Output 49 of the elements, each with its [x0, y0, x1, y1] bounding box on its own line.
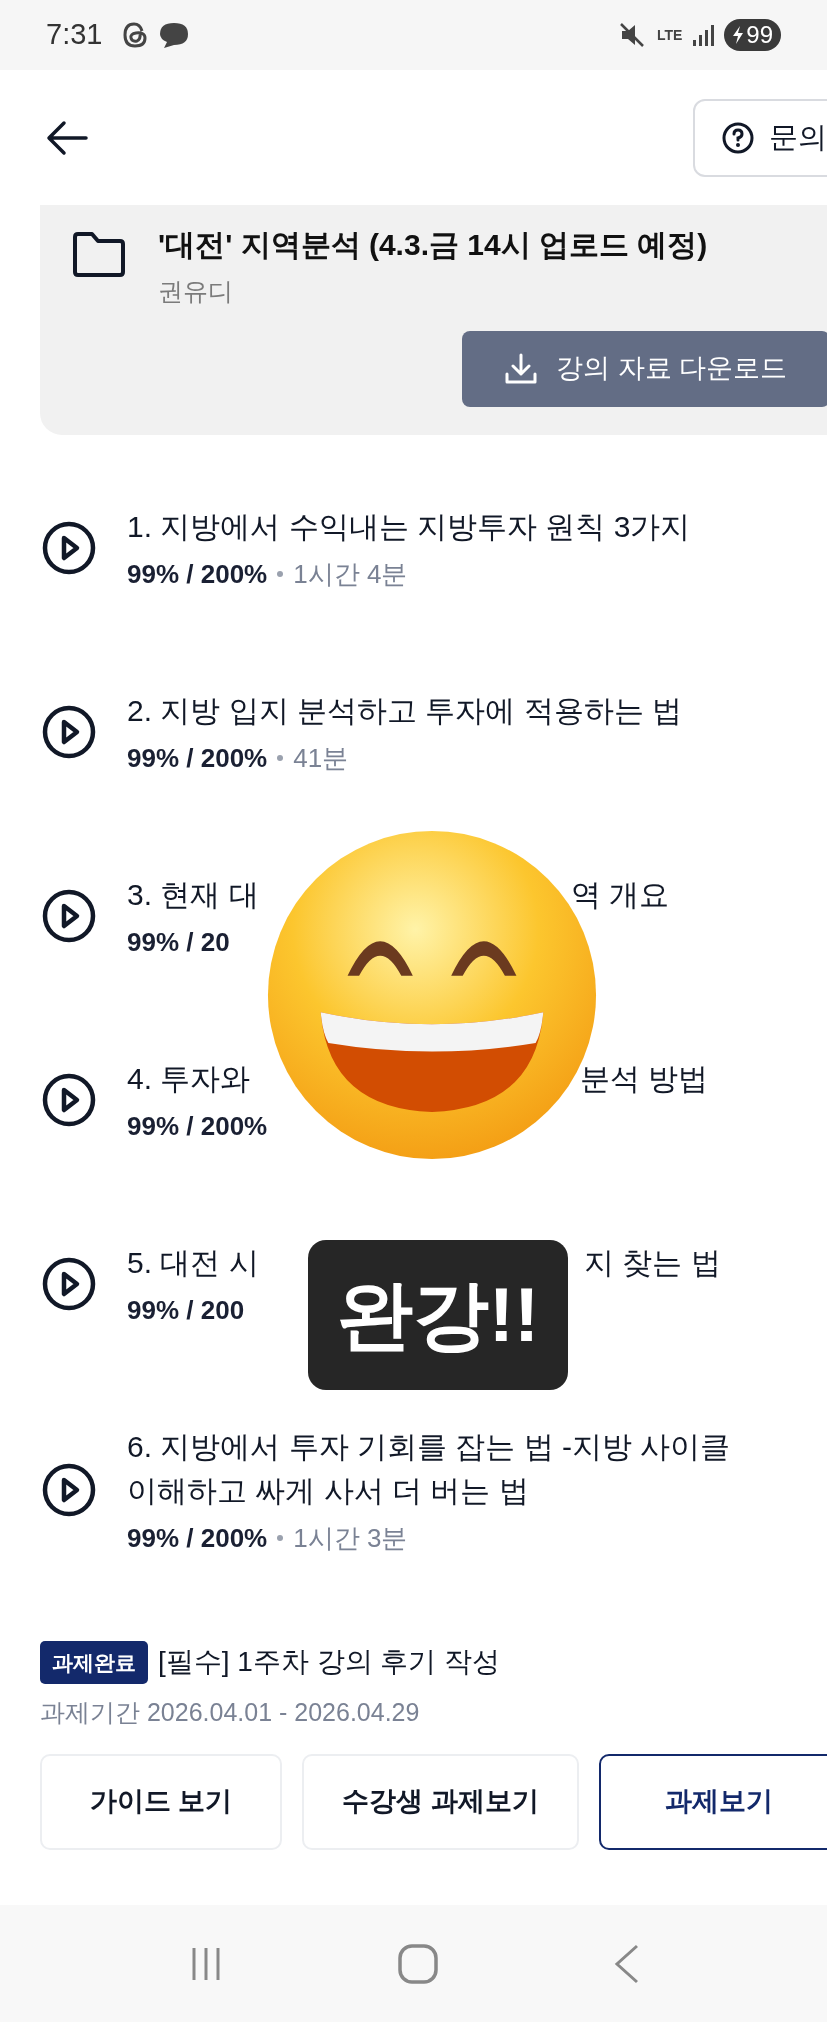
progress-text: 99% / 20 — [127, 925, 230, 959]
sticker-text: 완강!! — [308, 1240, 568, 1390]
lecture-title[interactable]: 4. 투자와 — [127, 1061, 251, 1095]
status-badge: 과제완료 — [40, 1640, 148, 1684]
download-button[interactable]: 강의 자료 다운로드 — [462, 330, 827, 407]
progress-text: 99% / 200% — [127, 1109, 268, 1143]
inquiry-button[interactable]: 문의 — [693, 98, 827, 177]
play-icon[interactable] — [42, 888, 96, 943]
folder-icon — [70, 231, 128, 279]
progress-text: 99% / 200% — [127, 557, 268, 591]
dot-separator — [277, 1534, 284, 1541]
clock-time: 7:31 — [46, 17, 103, 53]
assignment-title: [필수] 1주차 강의 후기 작성 — [158, 1645, 501, 1680]
assignment-button[interactable]: 수강생 과제보기 — [302, 1753, 579, 1850]
chat-bubble-icon — [158, 20, 191, 50]
play-icon[interactable] — [42, 1256, 96, 1311]
duration-text: 1시간 3분 — [293, 1521, 408, 1555]
download-icon — [504, 351, 539, 386]
battery-indicator: 99 — [724, 19, 781, 51]
duration-text: 41분 — [293, 741, 349, 775]
play-icon[interactable] — [42, 704, 96, 759]
lecture-title[interactable]: 6. 지방에서 투자 기회를 잡는 법 -지방 사이클 — [127, 1424, 731, 1469]
signal-icon — [692, 23, 717, 47]
lecture-title[interactable]: 역 개요 — [571, 877, 670, 911]
duration-text: 1시간 4분 — [293, 557, 408, 591]
play-icon[interactable] — [42, 520, 96, 575]
assignment-button[interactable]: 가이드 보기 — [40, 1753, 282, 1850]
home-icon[interactable] — [397, 1942, 440, 1985]
lecture-title[interactable]: 지 찾는 법 — [584, 1245, 721, 1279]
network-label: LTE — [656, 28, 683, 42]
assignment-period: 과제기간 2026.04.01 - 2026.04.29 — [40, 1697, 421, 1728]
material-title: '대전' 지역분석 (4.3.금 14시 업로드 예정) — [158, 227, 708, 263]
back-arrow-icon[interactable] — [46, 119, 88, 156]
lecture-title[interactable]: 1. 지방에서 수익내는 지방투자 원칙 3가지 — [127, 509, 691, 543]
dot-separator — [277, 570, 284, 577]
assignment-button[interactable]: 과제보기 — [599, 1753, 827, 1850]
play-icon[interactable] — [42, 1462, 96, 1517]
play-icon[interactable] — [42, 1072, 96, 1127]
progress-text: 99% / 200% — [127, 741, 268, 775]
progress-text: 99% / 200 — [127, 1293, 245, 1327]
lecture-title[interactable]: 분석 방법 — [580, 1061, 709, 1095]
lecture-title[interactable]: 5. 대전 시 — [127, 1245, 259, 1279]
dot-separator — [277, 754, 284, 761]
lecture-title[interactable]: 이해하고 싸게 사서 더 버는 법 — [127, 1468, 731, 1513]
lecture-title[interactable]: 3. 현재 대 — [127, 877, 259, 911]
lecture-title[interactable]: 2. 지방 입지 분석하고 투자에 적용하는 법 — [127, 693, 683, 727]
author-name: 권유디 — [158, 276, 234, 307]
progress-text: 99% / 200% — [127, 1521, 268, 1555]
help-icon — [721, 120, 755, 155]
